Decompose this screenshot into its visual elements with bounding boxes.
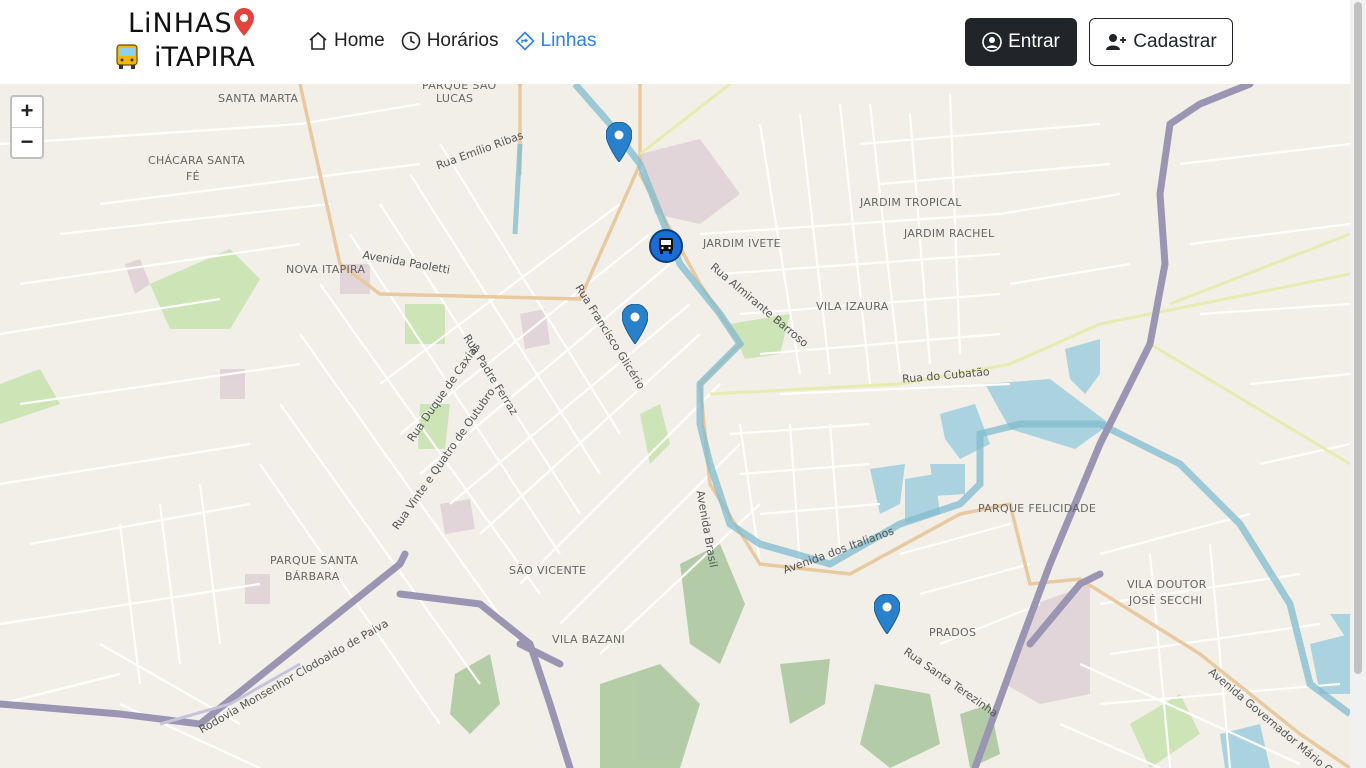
nav-home[interactable]: Home	[308, 30, 385, 52]
map-pin-icon	[234, 8, 254, 36]
clock-icon	[401, 31, 420, 51]
main-nav: Home Horários Linhas	[308, 30, 597, 52]
zoom-in-button[interactable]: +	[12, 97, 42, 128]
house-icon	[309, 31, 327, 50]
route-icon	[514, 31, 535, 51]
nav-linhas[interactable]: Linhas	[514, 30, 597, 52]
signup-button[interactable]: Cadastrar	[1089, 18, 1233, 66]
zoom-out-button[interactable]: −	[12, 128, 42, 158]
zoom-control: + −	[10, 95, 44, 159]
nav-home-label: Home	[334, 30, 385, 51]
login-button[interactable]: Entrar	[965, 18, 1077, 66]
scrollbar-thumb[interactable]	[1354, 2, 1362, 674]
nav-horarios[interactable]: Horários	[401, 30, 499, 52]
bus-icon	[659, 238, 673, 254]
top-navbar: LiNHAS iTAPIRA Home Horários Linhas Entr…	[0, 0, 1350, 84]
nav-linhas-label: Linhas	[540, 30, 597, 51]
brand-logo[interactable]: LiNHAS iTAPIRA	[116, 6, 256, 76]
brand-line1: LiNHAS	[128, 8, 233, 39]
map-tiles[interactable]	[0, 84, 1350, 768]
page-scrollbar[interactable]	[1350, 0, 1366, 768]
bus-stop-marker[interactable]	[649, 229, 683, 263]
bus-icon	[116, 44, 138, 69]
user-plus-icon	[1106, 34, 1127, 50]
signup-label: Cadastrar	[1133, 31, 1217, 52]
location-marker-icon[interactable]	[874, 594, 900, 634]
location-marker-icon[interactable]	[606, 122, 632, 162]
brand-line2: iTAPIRA	[154, 42, 255, 73]
map-canvas[interactable]: SANTA MARTA PARQUE SÃO LUCAS CHÁCARA SAN…	[0, 84, 1350, 768]
login-label: Entrar	[1008, 31, 1060, 52]
location-marker-icon[interactable]	[622, 304, 648, 344]
nav-horarios-label: Horários	[426, 30, 499, 51]
user-circle-icon	[982, 32, 1002, 52]
